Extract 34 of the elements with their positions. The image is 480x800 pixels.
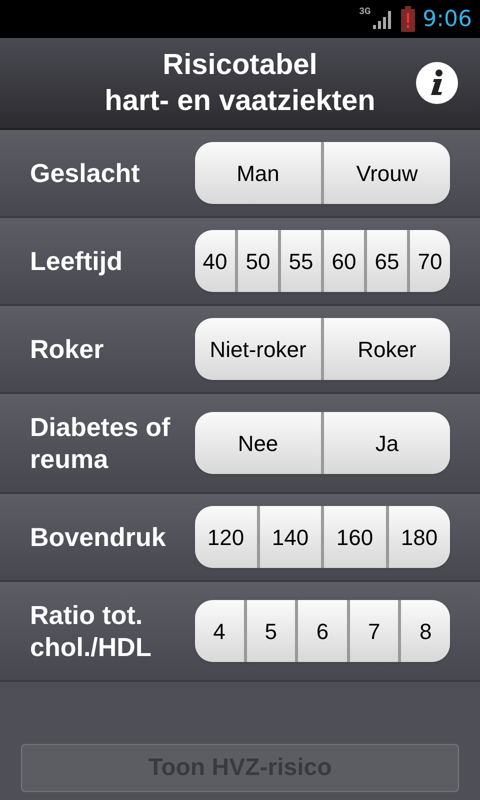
row-label: Geslacht [30, 157, 141, 189]
row-label: Roker [30, 333, 105, 365]
battery-icon [400, 6, 415, 32]
signal-icon [370, 8, 393, 30]
segment-button[interactable]: Roker [324, 318, 450, 380]
clock: 9:06 [422, 6, 472, 34]
title-line: Risicotabel [162, 48, 318, 83]
segment-button[interactable]: Vrouw [324, 142, 450, 204]
segment-button[interactable]: 60 [324, 230, 364, 292]
segment-button[interactable]: Nee [195, 412, 321, 474]
segment-button[interactable]: 55 [281, 230, 321, 292]
network-label: 3G [359, 6, 371, 19]
segment-button[interactable]: 120 [195, 506, 256, 568]
segment-button[interactable]: 5 [246, 600, 296, 662]
segment-button[interactable]: 40 [195, 230, 235, 292]
segment-button[interactable]: 6 [298, 600, 347, 662]
row-label: Diabetes of reuma [30, 411, 172, 475]
row-label: Bovendruk [30, 521, 167, 553]
segment-button[interactable]: 180 [388, 506, 450, 568]
info-button[interactable] [416, 62, 458, 104]
segment-button[interactable]: 160 [324, 506, 386, 568]
segment-button[interactable]: 4 [195, 600, 244, 662]
subtitle-line: hart- en vaatziekten [104, 84, 376, 119]
segment-button[interactable]: 8 [401, 600, 450, 662]
row-label: Leeftijd [30, 245, 124, 277]
segment-button[interactable]: Ja [324, 412, 450, 474]
segment-button[interactable]: Man [195, 142, 321, 204]
row-label: Ratio tot. chol./HDL [30, 599, 152, 663]
segment-button[interactable]: 65 [367, 230, 407, 292]
segment-button[interactable]: 7 [350, 600, 398, 662]
segment-button[interactable]: Niet-roker [195, 318, 321, 380]
segment-button[interactable]: 70 [410, 230, 450, 292]
segment-button[interactable]: 140 [260, 506, 321, 568]
segment-button[interactable]: 50 [238, 230, 278, 292]
